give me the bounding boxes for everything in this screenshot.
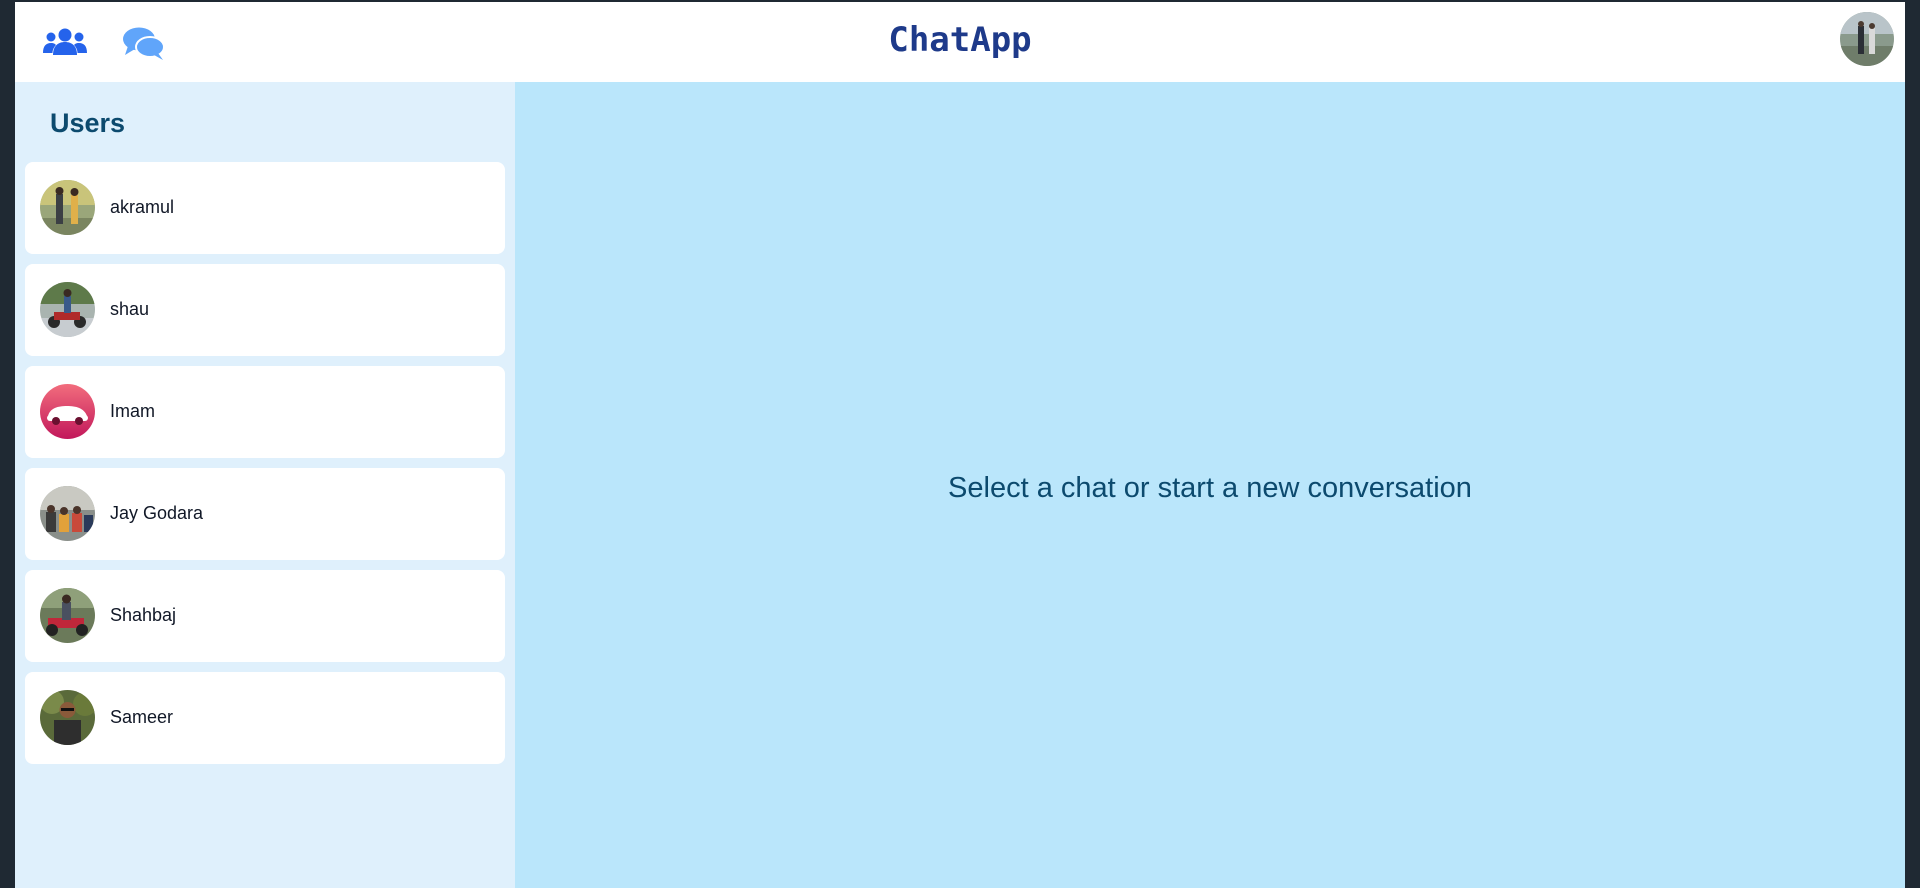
avatar — [40, 384, 95, 439]
user-name: akramul — [110, 197, 175, 217]
profile-avatar[interactable] — [1840, 12, 1894, 66]
user-item-sameer[interactable]: Sameer — [25, 672, 505, 764]
top-navbar: ChatApp — [15, 2, 1905, 82]
user-name: shau — [110, 299, 150, 319]
user-name: Sameer — [110, 707, 174, 727]
user-name: Shahbaj — [110, 605, 177, 625]
empty-chat-message: Select a chat or start a new conversatio… — [948, 472, 1472, 504]
app-window: ChatApp Users akramul shau Imam Jay Goda… — [15, 2, 1905, 888]
users-sidebar: Users akramul shau Imam Jay Godara Shahb… — [15, 82, 515, 888]
avatar — [40, 282, 95, 337]
avatar — [40, 588, 95, 643]
user-name: Jay Godara — [110, 503, 204, 523]
user-item-imam[interactable]: Imam — [25, 366, 505, 458]
sidebar-title: Users — [50, 108, 126, 138]
user-list: akramul shau Imam Jay Godara Shahbaj Sam… — [25, 162, 505, 774]
avatar — [40, 690, 95, 745]
user-name: Imam — [110, 401, 155, 421]
user-item-akramul[interactable]: akramul — [25, 162, 505, 254]
app-title: ChatApp — [888, 20, 1032, 60]
user-item-jay-godara[interactable]: Jay Godara — [25, 468, 505, 560]
avatar — [40, 180, 95, 235]
chat-area: Select a chat or start a new conversatio… — [515, 82, 1905, 888]
user-item-shahbaj[interactable]: Shahbaj — [25, 570, 505, 662]
user-item-shau[interactable]: shau — [25, 264, 505, 356]
avatar — [40, 486, 95, 541]
